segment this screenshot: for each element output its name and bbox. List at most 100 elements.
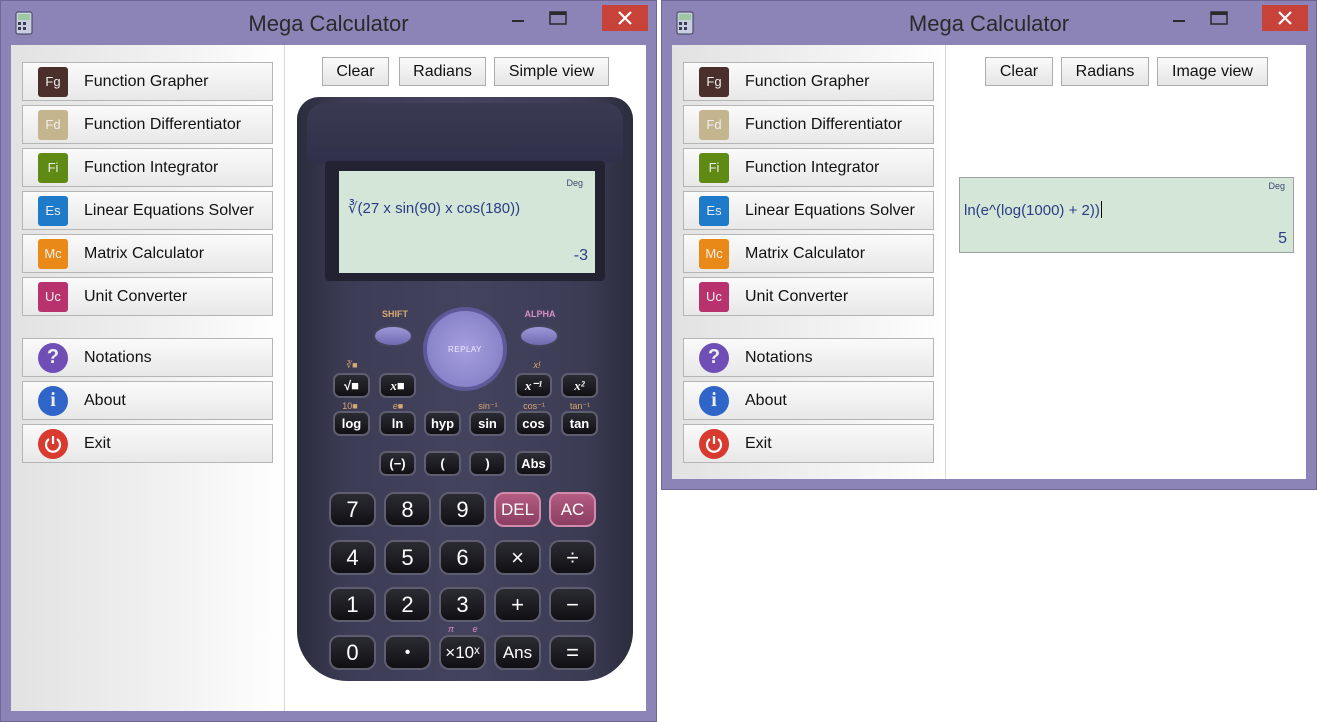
abs-key[interactable]: Abs (515, 451, 552, 476)
exp10-key[interactable]: ×10ˣ (439, 635, 486, 670)
about-button[interactable]: i About (683, 381, 934, 420)
equation-solver-icon: Es (38, 195, 68, 226)
function-integrator-icon: Fi (699, 152, 729, 183)
menu-label: Linear Equations Solver (84, 201, 254, 219)
expression-text: ln(e^(log(1000) + 2)) (964, 202, 1100, 219)
exit-button[interactable]: Exit (683, 424, 934, 463)
key-1[interactable]: 1 (329, 587, 376, 622)
function-grapher-button[interactable]: Fg Function Grapher (683, 62, 934, 101)
equation-solver-icon: Es (699, 195, 729, 226)
pi-label: π (447, 624, 455, 634)
cos-key[interactable]: cos (515, 411, 552, 436)
radians-button[interactable]: Radians (399, 57, 486, 86)
title-bar[interactable]: Mega Calculator (1, 1, 656, 45)
menu-label: Exit (745, 434, 772, 452)
info-icon: i (699, 385, 729, 416)
function-integrator-button[interactable]: Fi Function Integrator (683, 148, 934, 187)
sqrt-key[interactable]: √■ (333, 373, 370, 398)
key-4[interactable]: 4 (329, 540, 376, 575)
exit-button[interactable]: Exit (22, 424, 273, 463)
menu-label: Function Integrator (84, 158, 219, 176)
menu-label: Matrix Calculator (745, 244, 866, 262)
unit-converter-button[interactable]: Uc Unit Converter (22, 277, 273, 316)
function-integrator-button[interactable]: Fi Function Integrator (22, 148, 273, 187)
log-key[interactable]: log (333, 411, 370, 436)
key-6[interactable]: 6 (439, 540, 486, 575)
function-differentiator-button[interactable]: Fd Function Differentiator (683, 105, 934, 144)
replay-dpad[interactable]: REPLAY (423, 307, 507, 391)
key-2[interactable]: 2 (384, 587, 431, 622)
key-8[interactable]: 8 (384, 492, 431, 527)
clear-button[interactable]: Clear (985, 57, 1053, 86)
menu-label: Function Integrator (745, 158, 880, 176)
radians-button[interactable]: Radians (1061, 57, 1149, 86)
key-3[interactable]: 3 (439, 587, 486, 622)
calculator-display[interactable]: Deg ln(e^(log(1000) + 2)) 5 (959, 177, 1294, 253)
menu-label: Matrix Calculator (84, 244, 205, 262)
power-icon (38, 428, 68, 459)
key-shift-label: e■ (392, 401, 404, 411)
negative-key[interactable]: (−) (379, 451, 416, 476)
ans-key[interactable]: Ans (494, 635, 541, 670)
key-9[interactable]: 9 (439, 492, 486, 527)
key-7[interactable]: 7 (329, 492, 376, 527)
calculator-top (307, 103, 623, 163)
matrix-calculator-icon: Mc (38, 238, 68, 269)
expression-input[interactable]: ln(e^(log(1000) + 2)) (964, 201, 1102, 219)
matrix-calculator-button[interactable]: Mc Matrix Calculator (22, 234, 273, 273)
divide-key[interactable]: ÷ (549, 540, 596, 575)
sin-key[interactable]: sin (469, 411, 506, 436)
menu-label: About (745, 391, 787, 409)
ln-key[interactable]: ln (379, 411, 416, 436)
close-button[interactable] (602, 5, 648, 31)
shift-key[interactable] (373, 325, 413, 347)
open-paren-key[interactable]: ( (424, 451, 461, 476)
key-5[interactable]: 5 (384, 540, 431, 575)
image-view-button[interactable]: Image view (1157, 57, 1268, 86)
close-paren-key[interactable]: ) (469, 451, 506, 476)
del-key[interactable]: DEL (494, 492, 541, 527)
ac-key[interactable]: AC (549, 492, 596, 527)
matrix-calculator-button[interactable]: Mc Matrix Calculator (683, 234, 934, 273)
hyp-key[interactable]: hyp (424, 411, 461, 436)
reciprocal-key[interactable]: x⁻¹ (515, 373, 552, 398)
matrix-calculator-icon: Mc (699, 238, 729, 269)
maximize-icon (549, 11, 567, 25)
maximize-button[interactable] (1205, 5, 1233, 31)
linear-equations-solver-button[interactable]: Es Linear Equations Solver (683, 191, 934, 230)
close-icon (618, 11, 632, 25)
linear-equations-solver-button[interactable]: Es Linear Equations Solver (22, 191, 273, 230)
minimize-button[interactable] (1165, 5, 1193, 31)
alpha-key[interactable] (519, 325, 559, 347)
close-button[interactable] (1262, 5, 1308, 31)
power-key[interactable]: x■ (379, 373, 416, 398)
menu-label: Function Grapher (745, 72, 870, 90)
key-0[interactable]: 0 (329, 635, 376, 670)
maximize-button[interactable] (544, 5, 572, 31)
replay-label: REPLAY (448, 344, 482, 354)
close-icon (1278, 11, 1292, 25)
tan-key[interactable]: tan (561, 411, 598, 436)
multiply-key[interactable]: × (494, 540, 541, 575)
about-button[interactable]: i About (22, 381, 273, 420)
clear-button[interactable]: Clear (322, 57, 389, 86)
minus-key[interactable]: − (549, 587, 596, 622)
minimize-button[interactable] (504, 5, 532, 31)
notations-button[interactable]: ? Notations (22, 338, 273, 377)
simple-view-button[interactable]: Simple view (494, 57, 609, 86)
function-grapher-icon: Fg (699, 66, 729, 97)
minimize-icon (512, 20, 524, 22)
function-differentiator-button[interactable]: Fd Function Differentiator (22, 105, 273, 144)
square-key[interactable]: x² (561, 373, 598, 398)
unit-converter-button[interactable]: Uc Unit Converter (683, 277, 934, 316)
title-bar[interactable]: Mega Calculator (662, 1, 1316, 45)
decimal-key[interactable]: • (384, 635, 431, 670)
shift-label: SHIFT (382, 309, 408, 319)
function-grapher-button[interactable]: Fg Function Grapher (22, 62, 273, 101)
menu-label: Notations (84, 348, 152, 366)
equals-key[interactable]: = (549, 635, 596, 670)
angle-mode-indicator: Deg (1268, 181, 1285, 191)
maximize-icon (1210, 11, 1228, 25)
notations-button[interactable]: ? Notations (683, 338, 934, 377)
plus-key[interactable]: + (494, 587, 541, 622)
